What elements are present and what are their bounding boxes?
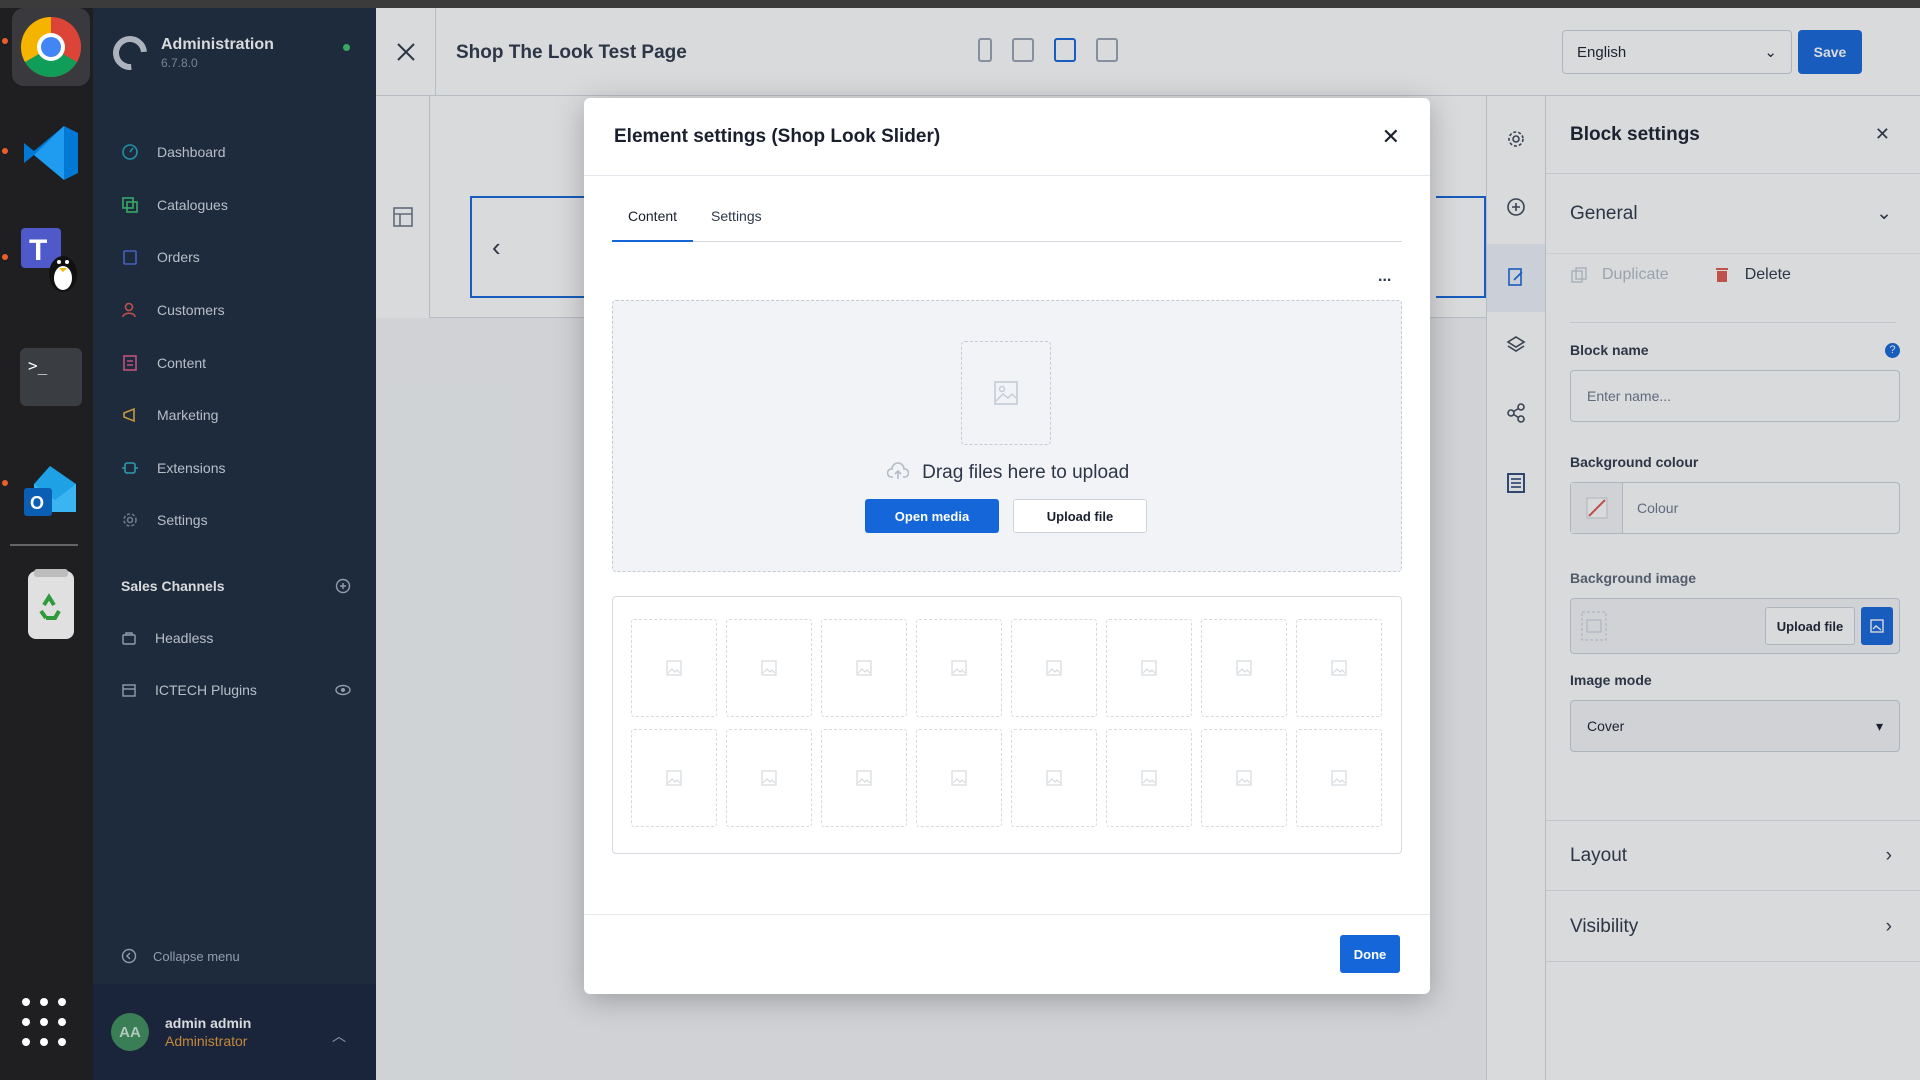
image-icon (951, 770, 967, 786)
image-icon (856, 770, 872, 786)
image-slot[interactable] (1106, 729, 1192, 827)
modal-tabs: Content Settings (612, 208, 1402, 242)
image-icon (856, 660, 872, 676)
image-slot[interactable] (821, 729, 907, 827)
image-icon (1141, 770, 1157, 786)
vscode-icon[interactable] (12, 114, 90, 192)
image-slot[interactable] (821, 619, 907, 717)
image-slot[interactable] (726, 729, 812, 827)
image-slot[interactable] (1201, 619, 1287, 717)
chrome-icon[interactable] (12, 8, 90, 86)
slider-image-grid (612, 596, 1402, 854)
image-icon (761, 770, 777, 786)
os-dock: T >_ O (0, 8, 93, 1080)
upload-file-button[interactable]: Upload file (1013, 499, 1147, 533)
image-slot[interactable] (631, 729, 717, 827)
image-icon (1331, 660, 1347, 676)
close-icon[interactable]: ✕ (1382, 124, 1400, 150)
trash-icon[interactable] (12, 566, 90, 644)
open-media-button[interactable]: Open media (865, 499, 999, 533)
image-slot[interactable] (631, 619, 717, 717)
running-indicator (2, 38, 8, 44)
more-options-icon[interactable]: ... (1378, 268, 1391, 286)
image-slot[interactable] (916, 729, 1002, 827)
image-icon (1046, 770, 1062, 786)
image-placeholder (961, 341, 1051, 445)
image-slot[interactable] (1201, 729, 1287, 827)
outlook-icon[interactable]: O (12, 454, 90, 532)
image-slot[interactable] (916, 619, 1002, 717)
os-top-strip (0, 0, 1920, 8)
cloud-upload-icon (886, 462, 910, 479)
modal-footer: Done (584, 914, 1430, 994)
image-icon (1331, 770, 1347, 786)
image-icon (1046, 660, 1062, 676)
image-icon (994, 381, 1018, 405)
modal-title: Element settings (Shop Look Slider) (614, 125, 941, 147)
image-slot[interactable] (1296, 729, 1382, 827)
apps-grid-icon[interactable] (20, 994, 68, 1050)
image-icon (1141, 660, 1157, 676)
svg-text:O: O (30, 493, 44, 513)
svg-text:T: T (29, 234, 47, 267)
image-slot[interactable] (1011, 729, 1097, 827)
image-slot[interactable] (1296, 619, 1382, 717)
tab-settings[interactable]: Settings (695, 208, 778, 242)
image-slot[interactable] (726, 619, 812, 717)
element-settings-modal: Element settings (Shop Look Slider) ✕ Co… (584, 98, 1430, 994)
done-button[interactable]: Done (1340, 935, 1400, 973)
image-icon (761, 660, 777, 676)
teams-linux-icon[interactable]: T (12, 220, 90, 298)
drag-files-text: Drag files here to upload (613, 461, 1403, 484)
image-icon (951, 660, 967, 676)
drag-files-label: Drag files here to upload (922, 462, 1130, 483)
image-icon (1236, 660, 1252, 676)
image-icon (666, 660, 682, 676)
image-icon (666, 770, 682, 786)
tab-content[interactable]: Content (612, 208, 694, 242)
upload-dropzone[interactable]: Drag files here to upload Open media Upl… (612, 300, 1402, 572)
image-slot[interactable] (1106, 619, 1192, 717)
running-indicator (2, 148, 8, 154)
running-indicator (2, 254, 8, 260)
dock-divider (10, 544, 78, 546)
image-icon (1236, 770, 1252, 786)
image-slot[interactable] (1011, 619, 1097, 717)
terminal-icon[interactable]: >_ (12, 338, 90, 416)
running-indicator (2, 480, 8, 486)
